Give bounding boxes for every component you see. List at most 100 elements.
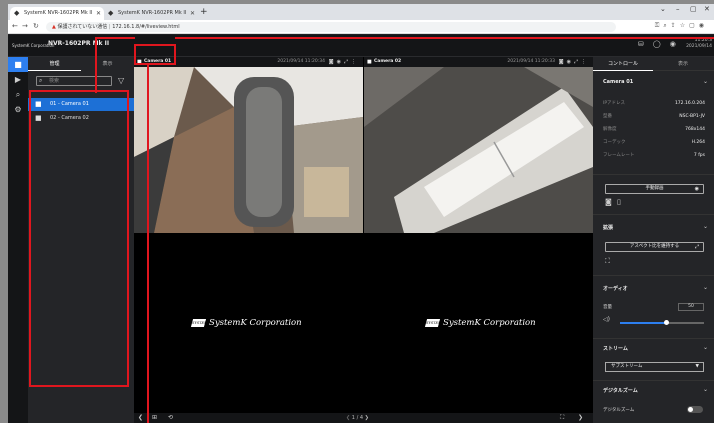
app-title: NVR-1602PR Mk II	[48, 40, 110, 47]
header-icons[interactable]: ⛁◯◉	[638, 40, 685, 48]
prev-page-icon[interactable]: ❮	[346, 415, 350, 421]
volume-slider-fill	[620, 322, 667, 324]
property-label: 解像度	[603, 127, 617, 132]
zoom-section-title: 拡張	[603, 225, 614, 231]
page-number: 1 / 4	[351, 415, 364, 421]
property-value: 768x144	[685, 127, 705, 132]
search-placeholder: 検索	[49, 78, 60, 84]
property-label: コーデック	[603, 140, 626, 145]
tile-control-icons[interactable]: ◙◉⤢⋮	[329, 57, 359, 67]
forward-icon[interactable]: →	[22, 22, 28, 31]
camera-section-title: Camera 01	[603, 79, 634, 85]
minimize-icon[interactable]: –	[676, 5, 680, 13]
empty-tile-04[interactable]: SYSTEM KSystemK Corporation	[364, 234, 593, 413]
property-row: フレームレート 7 fps	[603, 152, 705, 160]
stream-select[interactable]: サブストリーム ▼	[605, 362, 704, 372]
fit-screen-icon[interactable]: ⛶	[605, 257, 610, 266]
filter-icon[interactable]: ▽	[118, 76, 124, 85]
back-icon[interactable]: ←	[12, 22, 18, 31]
chevron-down-icon[interactable]: ⌄	[703, 223, 708, 230]
next-page-icon[interactable]: ❯	[365, 415, 369, 421]
property-row: 解像度 768x144	[603, 126, 705, 134]
divider	[593, 380, 714, 381]
playback-icon[interactable]: ▶	[8, 72, 28, 87]
camera-tile-02[interactable]: ■ Camera 02 2021/09/14 11:20:33 ◙◉⤢⋮	[364, 57, 593, 233]
layout-grid-icon[interactable]: ⊞	[152, 413, 157, 423]
tab-display[interactable]: 表示	[653, 57, 713, 71]
divider	[593, 174, 714, 175]
property-label: 型番	[603, 114, 612, 119]
chevron-down-icon[interactable]: ⌄	[703, 386, 708, 393]
address-bar: ← → ↻ ▲ 保護されていない通信 | 172.16.1.8/#/livevi…	[8, 20, 714, 34]
live-view-icon[interactable]: ■	[8, 57, 28, 72]
reload-icon[interactable]: ↻	[33, 22, 39, 31]
camera-search-input[interactable]: ⌕ 検索	[36, 76, 112, 86]
annotation-box-camera-list	[29, 90, 129, 387]
tab-control[interactable]: コントロール	[593, 57, 653, 71]
search-icon[interactable]: ⌕	[8, 87, 28, 102]
annotation-box-camera-header	[134, 44, 176, 65]
divider	[593, 214, 714, 215]
browser-tab-2[interactable]: ◆ SystemK NVR-1602PR Mk II ✕	[104, 7, 198, 20]
digital-zoom-label: デジタルズーム	[603, 408, 635, 413]
fullscreen-icon[interactable]: ⛶	[560, 413, 564, 423]
new-tab-button[interactable]: +	[200, 7, 208, 17]
close-tab-icon[interactable]: ✕	[96, 7, 101, 20]
manual-record-button[interactable]: 手動録画 ◉	[605, 184, 704, 194]
tile-control-icons[interactable]: ◙◉⤢⋮	[559, 57, 589, 67]
chevron-down-icon[interactable]: ⌄	[660, 5, 666, 13]
camera-feed-01	[134, 67, 363, 233]
chevron-down-icon[interactable]: ⌄	[703, 284, 708, 291]
camera-timestamp: 2021/09/14 11:20:34	[277, 59, 325, 64]
sidebar-tabs: 管理 表示	[28, 57, 134, 71]
nav-rail: ■ ▶ ⌕ ⚙	[8, 57, 28, 423]
property-value: 7 fps	[693, 153, 705, 158]
collapse-right-icon[interactable]: ❯	[578, 413, 583, 423]
camera-grid: ■ Camera 01 2021/09/14 11:20:34 ◙◉⤢⋮ ■ C…	[134, 57, 593, 413]
annotation-line	[147, 65, 149, 423]
stream-section-title: ストリーム	[603, 346, 628, 352]
chevron-down-icon[interactable]: ⌄	[703, 344, 708, 351]
camera-tile-header: ■ Camera 02 2021/09/14 11:20:33 ◙◉⤢⋮	[364, 57, 593, 67]
camera-tile-01[interactable]: ■ Camera 01 2021/09/14 11:20:34 ◙◉⤢⋮	[134, 57, 363, 233]
property-row: IPアドレス 172.16.0.204	[603, 100, 705, 108]
refresh-icon[interactable]: ⟲	[168, 413, 173, 423]
keep-aspect-button[interactable]: アスペクト比を維持する ⤢	[605, 242, 704, 252]
browser-toolbar-icons[interactable]: ⚿⌕⇪☆▢◉	[655, 22, 708, 30]
control-panel-tabs: コントロール 表示	[593, 57, 714, 71]
speaker-icon[interactable]: ◁)	[603, 316, 610, 323]
brand-text: SystemK Corporation	[209, 318, 302, 328]
tab-display[interactable]: 表示	[81, 57, 134, 71]
bookmark-icon[interactable]: ▯	[617, 198, 621, 206]
snapshot-icon[interactable]: ◙	[605, 198, 612, 206]
browser-tab-title: SystemK NVR-1602PR Mk II	[118, 10, 187, 16]
collapse-left-icon[interactable]: ❮	[138, 413, 143, 423]
divider	[593, 275, 714, 276]
browser-tab-title: SystemK NVR-1602PR Mk II	[24, 10, 93, 16]
empty-tile-03[interactable]: SYSTEM KSystemK Corporation	[134, 234, 363, 413]
favicon-icon: ◆	[14, 9, 20, 17]
browser-tab-1[interactable]: ◆ SystemK NVR-1602PR Mk II ✕	[10, 7, 104, 20]
close-tab-icon[interactable]: ✕	[190, 7, 195, 20]
clock-date: 2021/09/14	[686, 44, 712, 49]
property-row: コーデック H.264	[603, 139, 705, 147]
record-icon: ◉	[694, 186, 699, 192]
url-field[interactable]: ▲ 保護されていない通信 | 172.16.1.8/#/liveview.htm…	[46, 22, 616, 32]
record-button-label: 手動録画	[645, 186, 664, 191]
volume-value-field[interactable]: 50	[678, 303, 704, 311]
search-icon: ⌕	[39, 77, 43, 84]
volume-slider[interactable]	[620, 320, 704, 325]
favicon-icon: ◆	[108, 9, 114, 17]
annotation-line	[175, 37, 714, 39]
annotation-line	[95, 37, 135, 39]
volume-slider-knob[interactable]	[663, 320, 669, 325]
chevron-down-icon[interactable]: ⌄	[703, 78, 708, 85]
divider	[593, 338, 714, 339]
gear-icon[interactable]: ⚙	[8, 102, 28, 117]
close-window-icon[interactable]: ✕	[704, 5, 710, 13]
maximize-icon[interactable]: ▢	[690, 5, 697, 13]
tab-manage[interactable]: 管理	[28, 57, 81, 71]
property-value: 172.16.0.204	[674, 101, 705, 106]
url-text: 172.16.1.8/#/liveview.html	[112, 24, 180, 30]
digital-zoom-toggle[interactable]	[687, 406, 703, 413]
